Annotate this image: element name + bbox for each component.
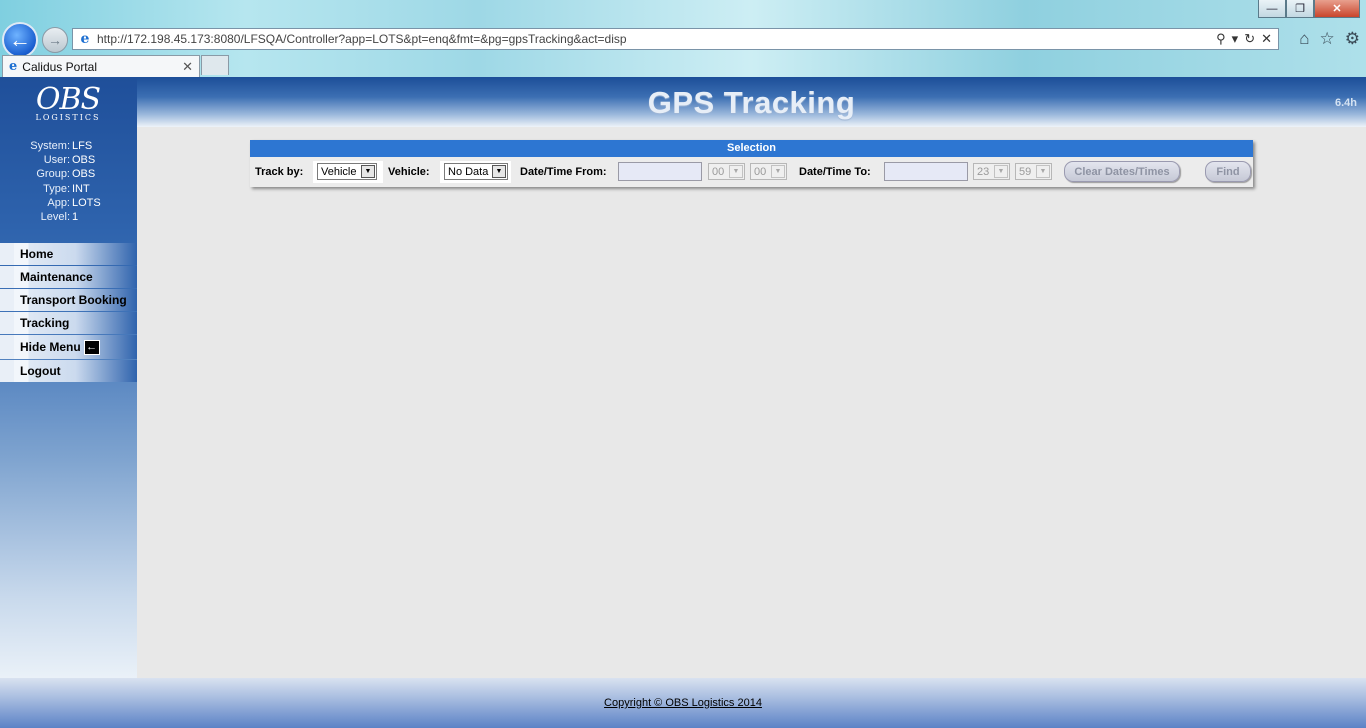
copyright-link[interactable]: Copyright © OBS Logistics 2014: [0, 697, 1366, 709]
page-footer: Copyright © OBS Logistics 2014: [0, 678, 1366, 728]
info-key: System:: [30, 140, 70, 153]
info-row-level: Level: 1: [0, 210, 137, 224]
tab-ie-icon: e: [9, 59, 18, 74]
browser-chrome: — ❐ ✕ ← → e http://172.198.45.173:8080/L…: [0, 0, 1366, 77]
dropdown-arrow-icon: ▼: [729, 165, 743, 178]
vehicle-label: Vehicle:: [388, 166, 430, 178]
find-button[interactable]: Find: [1205, 161, 1251, 182]
dropdown-arrow-icon: ▼: [492, 165, 506, 178]
info-value: 1: [72, 211, 79, 224]
dropdown-arrow-icon: ▼: [994, 165, 1008, 178]
minimize-button[interactable]: —: [1258, 0, 1286, 18]
tab-title: Calidus Portal: [22, 59, 97, 74]
from-minute-value: 00: [754, 165, 767, 178]
menu-item-tracking[interactable]: Tracking: [0, 312, 137, 334]
window-controls: — ❐ ✕: [1258, 0, 1360, 18]
date-to-label: Date/Time To:: [799, 166, 871, 178]
info-value: LOTS: [72, 196, 101, 209]
dropdown-arrow-icon: ▼: [771, 165, 785, 178]
collapse-arrow-icon: ←: [83, 339, 100, 355]
browser-tab[interactable]: e Calidus Portal ✕: [2, 55, 200, 77]
dropdown-arrow-icon: ▼: [361, 165, 375, 178]
close-window-button[interactable]: ✕: [1314, 0, 1360, 18]
new-tab-button[interactable]: [201, 55, 229, 75]
version-label: 6.4h: [1334, 97, 1357, 109]
to-minute-value: 59: [1019, 165, 1032, 178]
forward-arrow-icon: →: [48, 32, 62, 48]
to-hour-value: 23: [977, 165, 990, 178]
main-menu: Home Maintenance Transport Booking Track…: [0, 243, 137, 383]
stop-icon[interactable]: ✕: [1261, 31, 1272, 47]
home-icon[interactable]: ⌂: [1299, 29, 1309, 49]
obs-logo: OBS LOGISTICS: [30, 85, 106, 127]
info-key: User:: [43, 154, 70, 167]
dropdown-arrow-icon: ▼: [1036, 165, 1050, 178]
refresh-icon[interactable]: ↻: [1244, 31, 1255, 47]
track-by-value: Vehicle: [321, 165, 357, 178]
info-row-system: System: LFS: [0, 139, 137, 153]
info-row-group: Group: OBS: [0, 167, 137, 181]
info-key: App:: [47, 196, 70, 209]
dropdown-icon[interactable]: ▾: [1232, 31, 1239, 47]
track-by-select[interactable]: Vehicle ▼: [317, 163, 377, 180]
address-url[interactable]: http://172.198.45.173:8080/LFSQA/Control…: [97, 32, 1216, 46]
info-value: LFS: [72, 140, 93, 153]
browser-toolbar: ⌂ ☆ ⚙: [1299, 29, 1360, 49]
page-title: GPS Tracking: [647, 85, 856, 120]
settings-gear-icon[interactable]: ⚙: [1345, 29, 1360, 49]
menu-item-maintenance[interactable]: Maintenance: [0, 266, 137, 288]
menu-item-hide-menu[interactable]: Hide Menu ←: [0, 335, 137, 359]
search-icon[interactable]: ⚲: [1216, 31, 1226, 47]
info-value: INT: [72, 182, 90, 195]
vehicle-value: No Data: [448, 165, 489, 178]
page-banner: GPS Tracking 6.4h: [137, 77, 1366, 127]
address-tools: ⚲ ▾ ↻ ✕: [1216, 31, 1278, 47]
from-hour-select[interactable]: 00 ▼: [708, 163, 745, 180]
to-minute-select[interactable]: 59 ▼: [1015, 163, 1052, 180]
system-info: System: LFS User: OBS Group: OBS Type: I…: [0, 139, 137, 224]
info-row-user: User: OBS: [0, 153, 137, 167]
favorites-star-icon[interactable]: ☆: [1320, 29, 1335, 49]
selection-body: Track by: Vehicle ▼ Vehicle: No Data ▼ D…: [250, 157, 1253, 187]
logo-main-text: OBS: [35, 82, 101, 117]
selection-heading: Selection: [250, 140, 1253, 157]
clear-dates-button[interactable]: Clear Dates/Times: [1064, 161, 1180, 182]
info-row-app: App: LOTS: [0, 196, 137, 210]
forward-button[interactable]: →: [42, 27, 68, 53]
info-value: OBS: [72, 168, 96, 181]
selection-panel: Selection Track by: Vehicle ▼ Vehicle: N…: [250, 140, 1253, 187]
tab-close-icon[interactable]: ✕: [182, 59, 193, 75]
info-key: Group:: [36, 168, 70, 181]
back-button[interactable]: ←: [2, 22, 38, 58]
menu-item-home[interactable]: Home: [0, 243, 137, 265]
sidebar: OBS LOGISTICS System: LFS User: OBS Grou…: [0, 77, 137, 678]
vehicle-select[interactable]: No Data ▼: [444, 163, 508, 180]
date-from-label: Date/Time From:: [520, 166, 607, 178]
info-key: Level:: [40, 211, 70, 224]
ie-page-icon: e: [80, 31, 90, 47]
menu-item-logout[interactable]: Logout: [0, 360, 137, 382]
back-arrow-icon: ←: [9, 27, 31, 52]
address-bar[interactable]: e http://172.198.45.173:8080/LFSQA/Contr…: [72, 28, 1279, 50]
date-to-input[interactable]: [884, 162, 968, 181]
info-key: Type:: [43, 182, 70, 195]
hide-menu-label: Hide Menu: [20, 340, 81, 354]
date-from-input[interactable]: [618, 162, 702, 181]
from-minute-select[interactable]: 00 ▼: [750, 163, 787, 180]
to-hour-select[interactable]: 23 ▼: [973, 163, 1010, 180]
menu-item-transport-booking[interactable]: Transport Booking: [0, 289, 137, 311]
logo-sub-text: LOGISTICS: [35, 113, 101, 122]
info-row-type: Type: INT: [0, 182, 137, 196]
from-hour-value: 00: [712, 165, 725, 178]
track-by-label: Track by:: [255, 166, 304, 178]
restore-button[interactable]: ❐: [1286, 0, 1314, 18]
info-value: OBS: [72, 154, 96, 167]
